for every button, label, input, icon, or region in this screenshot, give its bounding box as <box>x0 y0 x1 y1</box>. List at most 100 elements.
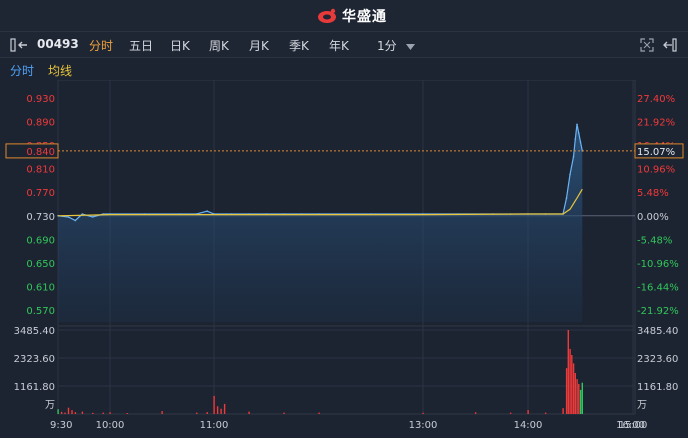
price-point <box>579 141 582 143</box>
volume-bar <box>579 389 582 414</box>
volume-bar <box>102 412 104 414</box>
price-point <box>576 123 578 126</box>
pct-tick-label: 21.92% <box>637 117 675 128</box>
brand-logo-icon <box>318 8 336 23</box>
tab-quarterly-k[interactable]: 季K <box>289 37 309 54</box>
price-tick-label: 0.730 <box>26 212 55 223</box>
stock-code: 00493 <box>37 37 79 51</box>
tab-yearly-k[interactable]: 年K <box>329 37 349 54</box>
volume-bar <box>81 411 84 414</box>
volume-plot-area <box>57 325 636 415</box>
pct-tick-label: -5.48% <box>637 235 672 246</box>
pct-tick-label: 0.00% <box>637 212 669 223</box>
volume-tick-label: 1161.80 <box>14 382 55 393</box>
volume-bar <box>562 408 564 414</box>
volume-bar <box>569 348 571 414</box>
pct-tick-label: -10.96% <box>637 259 679 270</box>
brand-name: 华盛通 <box>342 9 387 25</box>
interval-select[interactable]: 1分 <box>377 37 416 54</box>
price-tick-label: 0.650 <box>26 259 55 270</box>
tab-weekly-k[interactable]: 周K <box>209 37 229 54</box>
collapse-panel-icon[interactable] <box>10 38 32 52</box>
x-tick-label: 14:00 <box>514 420 543 431</box>
volume-bar <box>223 403 226 414</box>
indicator-legend: 分时 均线 <box>0 58 688 80</box>
price-point <box>74 219 77 222</box>
volume-bar <box>248 411 250 414</box>
current-pct-label: 15.07% <box>637 147 675 158</box>
chevron-down-icon <box>406 43 416 50</box>
volume-bar <box>64 412 66 414</box>
brand: 华盛通 <box>316 6 387 26</box>
pct-tick-label: 10.96% <box>637 165 675 176</box>
volume-bar <box>474 412 477 414</box>
price-tick-label: 0.610 <box>26 283 55 294</box>
volume-bar <box>74 412 77 414</box>
price-point <box>578 132 580 134</box>
side-panel-icon[interactable] <box>663 38 677 52</box>
x-tick-label: 10:00 <box>96 420 125 431</box>
volume-bar <box>567 330 569 414</box>
x-tick-label: 11:00 <box>200 420 229 431</box>
volume-bar <box>574 373 576 414</box>
volume-unit-label: 万 <box>45 400 55 411</box>
volume-bar <box>527 410 529 414</box>
interval-select-value: 1分 <box>377 39 397 53</box>
tab-intraday[interactable]: 分时 <box>89 37 113 54</box>
pct-tick-label: 27.40% <box>637 94 675 105</box>
volume-tick-label-right: 2323.60 <box>637 354 678 365</box>
volume-bar <box>57 409 59 414</box>
current-price-label: 0.840 <box>26 147 55 158</box>
volume-bar <box>565 368 568 414</box>
volume-bar <box>544 412 547 414</box>
tab-monthly-k[interactable]: 月K <box>249 37 269 54</box>
intraday-chart[interactable]: 0.93027.40%0.89021.92%0.85016.44%0.81010… <box>0 80 688 438</box>
pct-tick-label: -16.44% <box>637 283 679 294</box>
volume-bar <box>216 406 219 414</box>
volume-bar <box>92 412 94 414</box>
price-tick-label: 0.570 <box>26 306 55 317</box>
volume-tick-label-right: 1161.80 <box>637 382 678 393</box>
volume-bar <box>283 412 285 414</box>
volume-bar <box>581 382 583 414</box>
price-point <box>81 213 84 215</box>
volume-bar <box>578 383 580 414</box>
tab-five-day[interactable]: 五日 <box>129 37 153 54</box>
volume-bar <box>509 412 512 414</box>
price-tick-label: 0.690 <box>26 235 55 246</box>
price-point <box>565 197 568 199</box>
volume-bar <box>60 411 63 414</box>
volume-bar <box>576 379 578 414</box>
volume-unit-label-right: 万 <box>637 400 647 411</box>
price-tick-label: 0.810 <box>26 165 55 176</box>
chart-toolbar: 00493 分时 五日 日K 周K 月K 季K 年K 1分 <box>0 32 688 58</box>
volume-bar <box>126 413 129 414</box>
volume-bar <box>571 355 573 414</box>
legend-price-line[interactable]: 分时 <box>10 62 34 79</box>
volume-bar <box>109 412 111 414</box>
volume-bar <box>213 395 215 414</box>
price-point <box>206 210 208 212</box>
title-bar: 华盛通 <box>0 0 688 32</box>
expand-icon[interactable] <box>640 38 654 52</box>
volume-bar <box>206 412 208 414</box>
volume-bar <box>161 411 163 414</box>
volume-bar <box>572 363 575 414</box>
price-point <box>574 138 577 140</box>
price-tick-label: 0.890 <box>26 117 55 128</box>
volume-bar <box>318 412 320 414</box>
price-point <box>572 156 575 158</box>
pct-tick-label: 5.48% <box>637 188 669 199</box>
price-tick-label: 0.770 <box>26 188 55 199</box>
volume-bar <box>71 410 73 414</box>
x-tick-label: 9:30 <box>50 420 72 431</box>
volume-bar <box>220 408 222 414</box>
x-tick-label: 16:00 <box>616 420 645 431</box>
pct-tick-label: -21.92% <box>637 306 679 317</box>
price-point <box>569 173 571 176</box>
volume-tick-label-right: 3485.40 <box>637 326 678 337</box>
volume-tick-label: 3485.40 <box>14 326 55 337</box>
legend-average-line[interactable]: 均线 <box>48 62 72 79</box>
tab-daily-k[interactable]: 日K <box>170 37 190 54</box>
volume-bar <box>196 412 198 414</box>
